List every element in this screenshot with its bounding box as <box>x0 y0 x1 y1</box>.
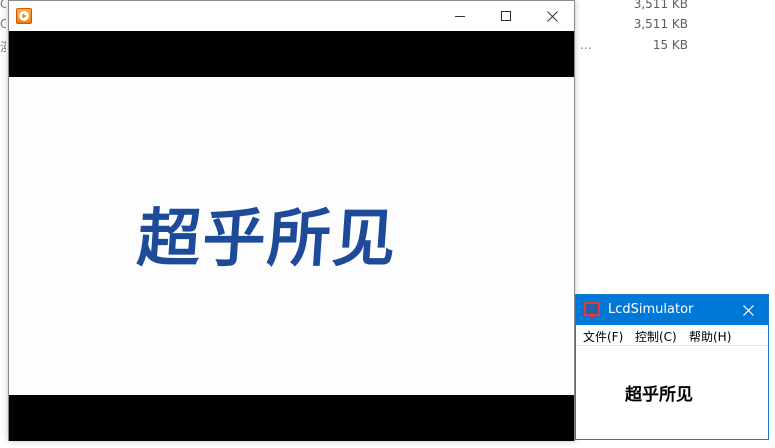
file-name-fragment: OF <box>0 0 6 11</box>
minimize-button[interactable] <box>437 1 483 31</box>
close-icon <box>546 10 558 22</box>
file-ellipsis: ... <box>580 38 592 52</box>
lcd-window-title: LcdSimulator <box>608 302 694 317</box>
menu-file[interactable]: 文件(F) <box>583 328 623 345</box>
file-size: 3,511 KB <box>633 0 688 11</box>
monitor-icon <box>584 302 600 317</box>
lcd-display-text: 超乎所见 <box>625 385 693 405</box>
minimize-icon <box>455 16 465 17</box>
lcd-display: 超乎所见 <box>576 346 768 439</box>
video-canvas[interactable]: 超乎所见 <box>9 31 574 441</box>
video-frame: 超乎所见 <box>9 77 574 395</box>
lcd-simulator-window: LcdSimulator 文件(F) 控制(C) 帮助(H) 超乎所见 <box>575 294 769 440</box>
menu-help[interactable]: 帮助(H) <box>689 328 731 345</box>
file-size: 3,511 KB <box>633 17 688 31</box>
file-name-fragment: OF <box>0 17 6 31</box>
menu-control[interactable]: 控制(C) <box>635 328 677 345</box>
lcd-close-button[interactable] <box>728 295 768 325</box>
video-frame-text: 超乎所见 <box>134 201 400 275</box>
close-icon <box>742 304 754 316</box>
maximize-button[interactable] <box>483 1 529 31</box>
file-size: 15 KB <box>652 38 688 52</box>
maximize-icon <box>501 11 511 21</box>
close-button[interactable] <box>529 1 575 31</box>
file-name-fragment: 漫 <box>0 38 6 55</box>
lcd-menubar: 文件(F) 控制(C) 帮助(H) <box>576 325 768 346</box>
play-icon <box>16 8 32 24</box>
lcd-titlebar[interactable]: LcdSimulator <box>576 295 768 325</box>
video-player-window: 超乎所见 <box>8 0 575 441</box>
player-titlebar[interactable] <box>9 1 574 31</box>
